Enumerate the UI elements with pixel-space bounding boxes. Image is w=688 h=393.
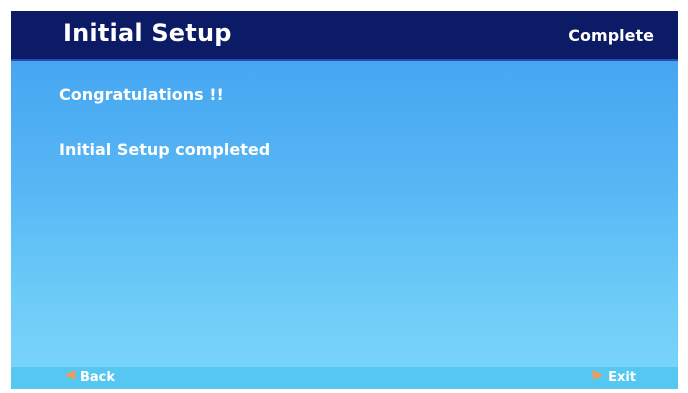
arrow-right-icon [592, 369, 608, 385]
exit-label: Exit [608, 369, 636, 385]
exit-button[interactable]: Exit [592, 369, 636, 385]
arrow-left-icon [64, 369, 80, 385]
back-label: Back [80, 369, 116, 385]
setup-completed-message: Initial Setup completed [59, 140, 271, 159]
header-bar: Initial Setup Complete [11, 11, 678, 61]
status-label: Complete [568, 26, 654, 45]
page-title: Initial Setup [63, 19, 232, 47]
congratulations-message: Congratulations !! [59, 85, 224, 104]
footer-bar: Back Exit [11, 367, 678, 389]
setup-screen: Initial Setup Complete Congratulations !… [11, 11, 678, 389]
back-button[interactable]: Back [64, 369, 115, 385]
